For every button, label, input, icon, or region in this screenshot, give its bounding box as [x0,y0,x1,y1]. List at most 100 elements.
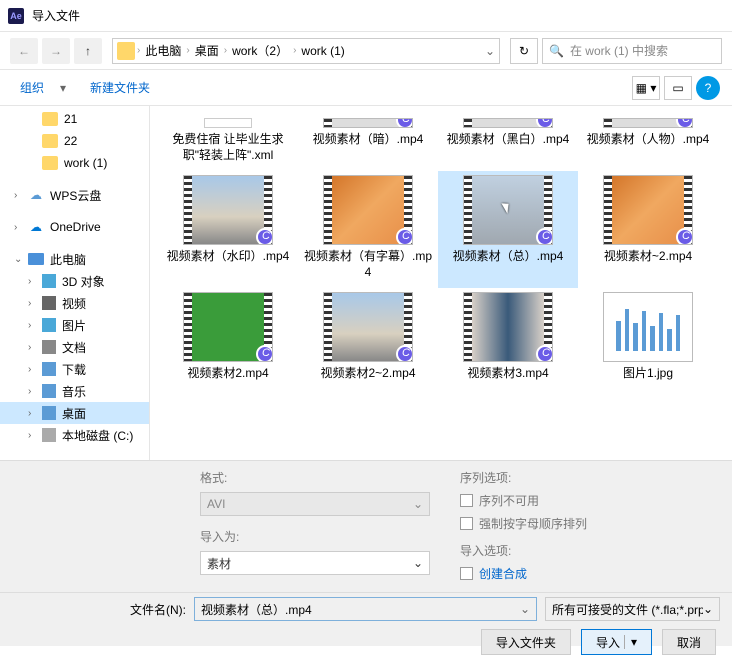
toolbar: 组织 ▾ 新建文件夹 ▦ ▾ ▭ ? [0,70,732,106]
file-item[interactable]: 视频素材（有字幕）.mp4 [298,171,438,288]
new-folder-button[interactable]: 新建文件夹 [82,75,158,100]
badge-icon [256,228,273,245]
chevron-right-icon: › [28,320,31,331]
up-button[interactable]: ↑ [74,38,102,64]
sidebar-folder[interactable]: work (1) [0,152,149,174]
file-item[interactable]: 图片1.jpg [578,288,718,390]
forward-button[interactable]: → [42,38,70,64]
sidebar-localdisk[interactable]: ›本地磁盘 (C:) [0,424,149,446]
checkbox-icon [460,517,473,530]
breadcrumb[interactable]: › 此电脑 › 桌面 › work（2） › work (1) ⌄ [112,38,500,64]
badge-icon [396,118,413,128]
sidebar-pictures[interactable]: ›图片 [0,314,149,336]
sidebar-desktop[interactable]: ›桌面 [0,402,149,424]
import-options-label: 导入选项: [460,542,587,559]
checkbox-icon [460,494,473,507]
cancel-button[interactable]: 取消 [662,629,716,655]
file-item[interactable]: 视频素材（人物）.mp4 [578,114,718,171]
chevron-down-icon[interactable]: ⌄ [520,602,530,616]
chevron-down-icon[interactable]: ▾ [624,635,637,649]
breadcrumb-item[interactable]: 此电脑 [142,42,184,59]
sidebar-folder[interactable]: 22 [0,130,149,152]
chevron-right-icon: › [28,364,31,375]
chevron-down-icon: ⌄ [413,497,423,511]
badge-icon [536,345,553,362]
file-thumbnail [204,118,252,128]
folder-icon [42,112,58,126]
file-name: 图片1.jpg [623,366,673,382]
footer: 文件名(N): 视频素材（总）.mp4⌄ 所有可接受的文件 (*.fla;*.p… [0,592,732,646]
refresh-button[interactable]: ↻ [510,38,538,64]
sidebar-downloads[interactable]: ›下载 [0,358,149,380]
desktop-icon [42,406,56,420]
import-folder-button[interactable]: 导入文件夹 [481,629,571,655]
badge-icon [676,118,693,128]
filename-label: 文件名(N): [130,601,186,618]
sidebar-music[interactable]: ›音乐 [0,380,149,402]
help-button[interactable]: ? [696,76,720,100]
cloud-icon: ☁ [28,188,44,202]
chevron-down-icon: ⌄ [703,602,713,616]
chevron-right-icon: › [28,408,31,419]
force-alpha-checkbox: 强制按字母顺序排列 [460,515,587,532]
sidebar-3d[interactable]: ›3D 对象 [0,270,149,292]
sidebar-thispc[interactable]: ⌄此电脑 [0,248,149,270]
import-button[interactable]: 导入▾ [581,629,652,655]
disk-icon [42,428,56,442]
file-item[interactable]: 视频素材2.mp4 [158,288,298,390]
file-grid[interactable]: 免费住宿 让毕业生求职"轻装上阵".xml 视频素材（暗）.mp4 视频素材（黑白）… [150,106,732,460]
file-item[interactable]: 视频素材~2.mp4 [578,171,718,288]
breadcrumb-item[interactable]: 桌面 [192,42,222,59]
chevron-right-icon: › [293,45,296,56]
file-item[interactable]: 视频素材2~2.mp4 [298,288,438,390]
badge-icon [536,228,553,245]
file-thumbnail [463,118,553,128]
chevron-down-icon[interactable]: ⌄ [485,44,495,58]
app-icon: Ae [8,8,24,24]
file-thumbnail [463,292,553,362]
preview-pane-button[interactable]: ▭ [664,76,692,100]
title-bar: Ae 导入文件 [0,0,732,32]
file-item[interactable]: 视频素材（黑白）.mp4 [438,114,578,171]
folder-icon [42,134,58,148]
sidebar-folder[interactable]: 21 [0,108,149,130]
chevron-right-icon: › [137,45,140,56]
file-thumbnail [603,175,693,245]
filename-input[interactable]: 视频素材（总）.mp4⌄ [194,597,537,621]
back-button[interactable]: ← [10,38,38,64]
importas-select[interactable]: 素材⌄ [200,551,430,575]
pc-icon [28,253,44,265]
file-thumbnail [603,292,693,362]
file-item[interactable]: 视频素材（总）.mp4 [438,171,578,288]
chevron-right-icon: › [28,430,31,441]
chevron-right-icon: › [28,342,31,353]
create-comp-checkbox[interactable]: 创建合成 [460,565,587,582]
breadcrumb-item[interactable]: work（2） [229,42,291,59]
file-name: 视频素材（暗）.mp4 [313,132,424,148]
file-item[interactable]: 视频素材（水印）.mp4 [158,171,298,288]
view-mode-button[interactable]: ▦ ▾ [632,76,660,100]
cube-icon [42,274,56,288]
sidebar-videos[interactable]: ›视频 [0,292,149,314]
sidebar-onedrive[interactable]: ›☁OneDrive [0,216,149,238]
file-item[interactable]: 视频素材（暗）.mp4 [298,114,438,171]
document-icon [42,340,56,354]
window-title: 导入文件 [32,7,80,24]
search-input[interactable]: 🔍 在 work (1) 中搜索 [542,38,722,64]
sidebar-docs[interactable]: ›文档 [0,336,149,358]
file-thumbnail [603,118,693,128]
import-options-panel: 格式: AVI⌄ 导入为: 素材⌄ 序列选项: 序列不可用 强制按字母顺序排列 … [0,460,732,592]
file-name: 视频素材（水印）.mp4 [167,249,290,265]
file-item[interactable]: 视频素材3.mp4 [438,288,578,390]
sidebar-wps[interactable]: ›☁WPS云盘 [0,184,149,206]
chevron-right-icon: › [14,190,17,201]
checkbox-icon[interactable] [460,567,473,580]
format-select: AVI⌄ [200,492,430,516]
chevron-right-icon: › [224,45,227,56]
breadcrumb-item[interactable]: work (1) [298,44,347,58]
chevron-right-icon: › [28,298,31,309]
organize-menu[interactable]: 组织 [12,75,52,100]
file-item[interactable]: 免费住宿 让毕业生求职"轻装上阵".xml [158,114,298,171]
file-filter-select[interactable]: 所有可接受的文件 (*.fla;*.prpr⌄ [545,597,720,621]
file-name: 视频素材（人物）.mp4 [587,132,710,148]
